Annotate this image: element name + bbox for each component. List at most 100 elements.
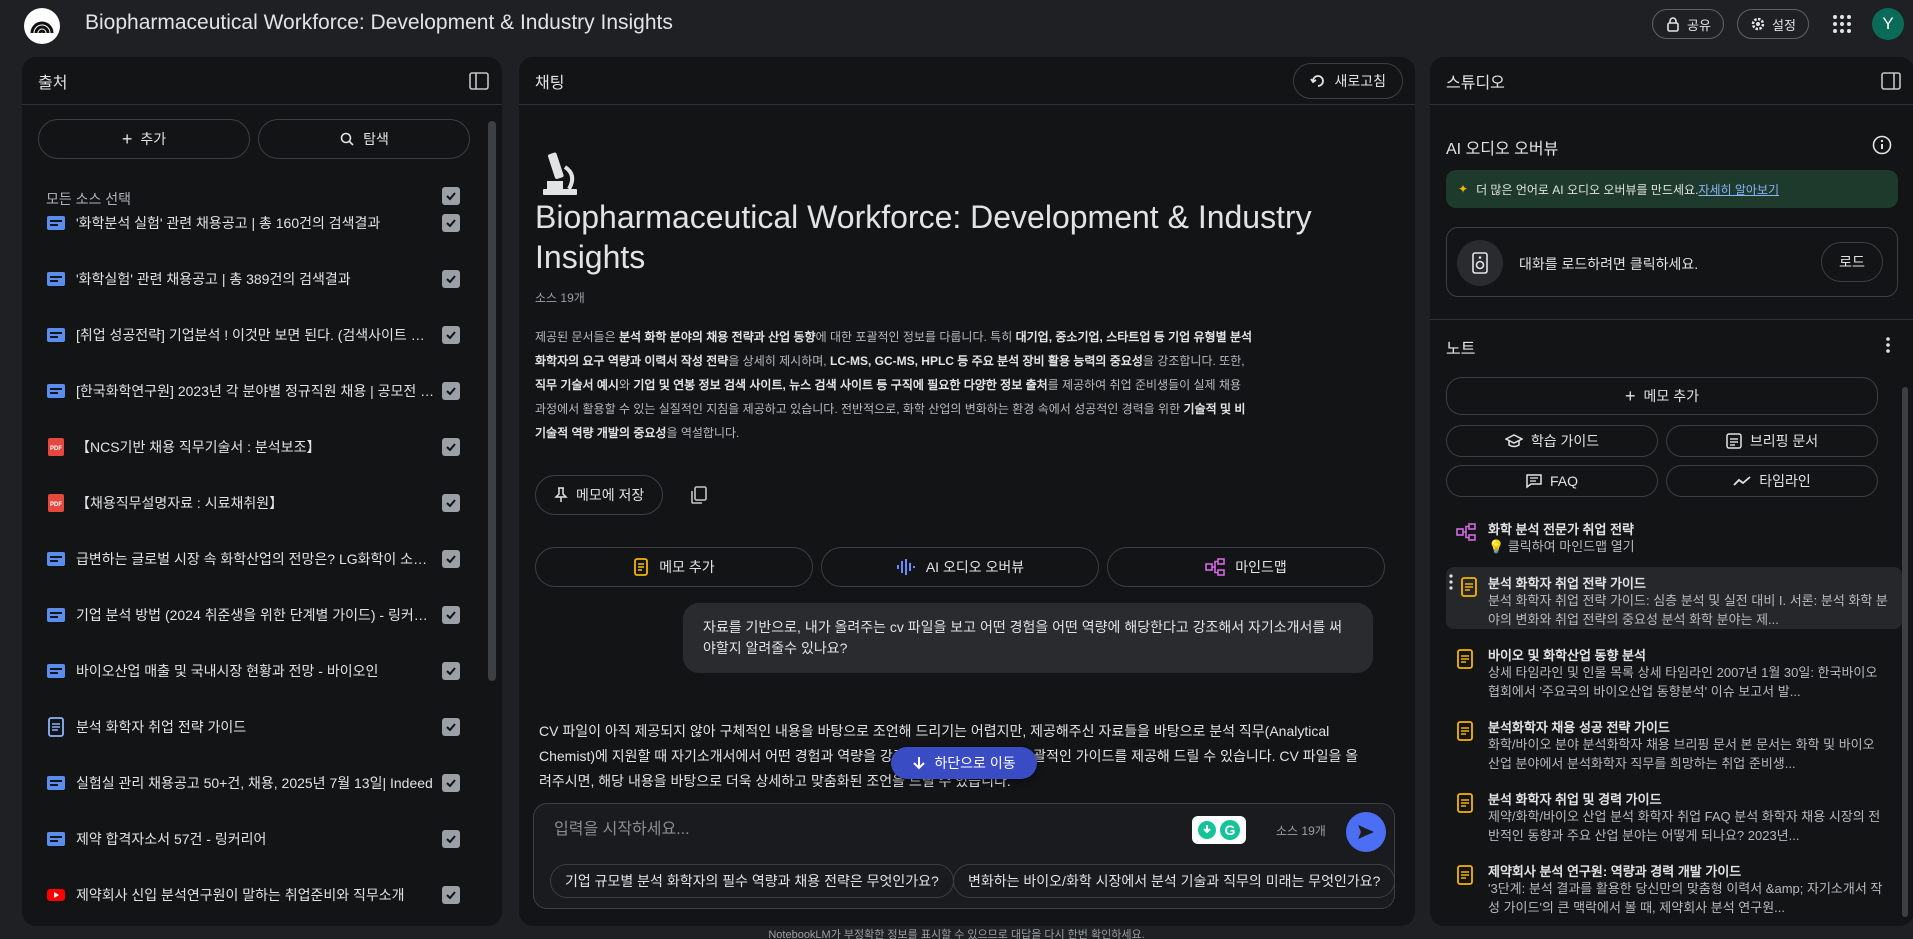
apps-grid-icon[interactable] <box>1832 14 1852 34</box>
explore-button[interactable]: 탐색 <box>258 119 470 159</box>
web-source-icon <box>46 605 66 625</box>
web-source-icon <box>46 661 66 681</box>
source-checkbox[interactable] <box>442 494 460 512</box>
source-item[interactable]: 실험실 관리 채용공고 50+건, 채용, 2025년 7월 13일| Inde… <box>46 763 486 803</box>
summary-bold: LC-MS, GC-MS, HPLC 등 주요 분석 장비 활용 능력의 중요성 <box>829 354 1143 368</box>
source-item[interactable]: 제약 합격자소서 57건 - 링커리어 <box>46 819 486 859</box>
panel-collapse-icon[interactable] <box>1880 70 1902 92</box>
audio-overview-action-button[interactable]: AI 오디오 오버뷰 <box>821 547 1099 587</box>
source-item[interactable]: 급변하는 글로벌 시장 속 화학산업의 전망은? LG화학이 소개합니다 <box>46 539 486 579</box>
settings-label: 설정 <box>1772 17 1796 33</box>
share-label: 공유 <box>1687 17 1711 33</box>
source-checkbox[interactable] <box>442 830 460 848</box>
audio-wave-icon <box>896 559 915 575</box>
chat-input[interactable] <box>554 816 1154 844</box>
briefing-doc-label: 브리핑 문서 <box>1749 433 1819 449</box>
source-checkbox[interactable] <box>442 270 460 288</box>
pin-icon <box>554 487 568 502</box>
note-item[interactable]: 분석화학자 채용 성공 전략 가이드 화학/바이오 분야 분석화학자 채용 브리핑… <box>1446 711 1902 773</box>
note-item[interactable]: 분석 화학자 취업 및 경력 가이드 제약/화학/바이오 산업 분석 화학자 취업… <box>1446 783 1902 845</box>
chat-input-box: G 소스 19개 기업 규모별 분석 화학자의 필수 역량과 채용 전략은 무엇… <box>533 803 1396 909</box>
note-item[interactable]: 제약회사 분석 연구원: 역량과 경력 개발 가이드 '3단계: 분석 결과를 활… <box>1446 855 1902 917</box>
source-item[interactable]: 제약회사 신입 분석연구원이 말하는 취업준비와 직무소개 <box>46 875 486 915</box>
study-guide-label: 학습 가이드 <box>1530 433 1600 449</box>
source-checkbox[interactable] <box>442 438 460 456</box>
copy-icon[interactable] <box>689 485 709 505</box>
source-item[interactable]: '화학실험' 관련 채용공고 | 총 389건의 검색결과 <box>46 259 486 299</box>
more-vert-icon[interactable] <box>1884 335 1892 355</box>
grammarly-icon[interactable]: G <box>1192 816 1246 844</box>
source-item[interactable]: [한국화학연구원] 2023년 각 분야별 정규직원 채용 | 공모전 대외활동 <box>46 371 486 411</box>
source-checkbox[interactable] <box>442 886 460 904</box>
suggestion-chip[interactable]: 변화하는 바이오/화학 시장에서 분석 기술과 직무의 미래는 무엇인가요? <box>953 864 1396 898</box>
save-to-note-button[interactable]: 메모에 저장 <box>535 475 664 515</box>
source-item[interactable]: PDF 【NCS기반 채용 직무기술서 : 분석보조】 <box>46 427 486 467</box>
sources-panel: 출처 + 추가 탐색 모든 소스 선택 '화학분석 실험' 관련 채용공고 | … <box>22 57 502 926</box>
web-source-icon <box>46 381 66 401</box>
disclaimer-footer: NotebookLM가 부정확한 정보를 표시할 수 있으므로 대답을 다시 한… <box>768 929 1145 939</box>
source-checkbox[interactable] <box>442 550 460 568</box>
timeline-button[interactable]: 타임라인 <box>1666 465 1878 497</box>
send-button[interactable] <box>1346 812 1386 852</box>
panel-collapse-icon[interactable] <box>468 70 490 92</box>
jump-to-bottom-button[interactable]: 하단으로 이동 <box>891 747 1037 779</box>
note-item[interactable]: 분석 화학자 취업 전략 가이드 분석 화학자 취업 전략 가이드: 심층 분석 … <box>1446 567 1902 629</box>
note-doc-icon <box>1456 793 1476 813</box>
add-note-button[interactable]: + 메모 추가 <box>1446 377 1878 415</box>
notebooklm-logo-icon[interactable] <box>24 8 60 44</box>
web-source-icon <box>46 269 66 289</box>
source-checkbox[interactable] <box>442 718 460 736</box>
avatar[interactable]: Y <box>1872 8 1904 40</box>
note-title: 바이오 및 화학산업 동향 분석 <box>1488 648 1646 663</box>
source-item[interactable]: [취업 성공전략] 기업분석 ! 이것만 보면 된다. (검색사이트 정리) <box>46 315 486 355</box>
learn-more-link[interactable]: 자세히 알아보기 <box>1698 183 1779 197</box>
source-checkbox[interactable] <box>442 326 460 344</box>
add-source-button[interactable]: + 추가 <box>38 119 250 159</box>
svg-text:PDF: PDF <box>50 502 62 508</box>
summary-text: 을 강조합니다. 또한, <box>1142 354 1245 368</box>
source-checkbox[interactable] <box>442 382 460 400</box>
source-checkbox[interactable] <box>442 606 460 624</box>
audio-overview-action-label: AI 오디오 오버뷰 <box>925 559 1025 575</box>
chat-title: 채팅 <box>535 74 565 92</box>
faq-button[interactable]: FAQ <box>1446 465 1658 497</box>
note-more-icon[interactable] <box>1448 573 1454 594</box>
doc-source-icon <box>46 717 66 737</box>
info-icon[interactable] <box>1872 135 1892 155</box>
source-item[interactable]: PDF 【채용직무설명자료 : 시료채취원】 <box>46 483 486 523</box>
source-checkbox[interactable] <box>442 662 460 680</box>
add-note-action-button[interactable]: 메모 추가 <box>535 547 813 587</box>
sources-scrollbar[interactable] <box>488 121 496 681</box>
summary-text: 제공된 문서들은 <box>535 330 619 344</box>
briefing-doc-button[interactable]: 브리핑 문서 <box>1666 425 1878 457</box>
note-item[interactable]: 화학 분석 전문가 취업 전략 💡 클릭하여 마인드맵 열기 <box>1446 513 1902 575</box>
source-item[interactable]: '화학분석 실험' 관련 채용공고 | 총 160건의 검색결과 <box>46 203 486 243</box>
source-item[interactable]: 기업 분석 방법 (2024 취준생을 위한 단계별 가이드) - 링커리어 커… <box>46 595 486 635</box>
web-source-icon <box>46 773 66 793</box>
sparkle-icon: ✦ <box>1458 182 1469 196</box>
mindmap-action-button[interactable]: 마인드맵 <box>1107 547 1385 587</box>
summary-bold: 기업 및 연봉 정보 검색 사이트, 뉴스 검색 사이트 등 구직에 필요한 다… <box>633 378 1048 392</box>
summary-text: 에 대한 포괄적인 정보를 다룹니다. 특히 <box>815 330 1016 344</box>
studio-scrollbar[interactable] <box>1902 387 1908 917</box>
study-guide-button[interactable]: 학습 가이드 <box>1446 425 1658 457</box>
note-preview: 제약/화학/바이오 산업 분석 화학자 취업 FAQ 분석 화학자 채용 시장의… <box>1488 809 1881 843</box>
note-item[interactable]: 바이오 및 화학산업 동향 분석 상세 타임라인 및 인물 목록 상세 타임라인 … <box>1446 639 1902 701</box>
notebook-title[interactable]: Biopharmaceutical Workforce: Development… <box>85 11 673 35</box>
add-source-label: 추가 <box>140 131 167 147</box>
load-button[interactable]: 로드 <box>1821 242 1883 282</box>
audio-overview-title: AI 오디오 오버뷰 <box>1446 141 1559 158</box>
top-bar: Biopharmaceutical Workforce: Development… <box>0 0 1913 48</box>
source-item[interactable]: 분석 화학자 취업 전략 가이드 <box>46 707 486 747</box>
source-item[interactable]: 바이오산업 매출 및 국내시장 현황과 전망 - 바이오인 <box>46 651 486 691</box>
note-title: 분석 화학자 취업 전략 가이드 <box>1488 576 1646 591</box>
refresh-label: 새로고침 <box>1334 73 1386 89</box>
settings-button[interactable]: 설정 <box>1737 9 1809 39</box>
share-button[interactable]: 공유 <box>1652 9 1724 39</box>
refresh-button[interactable]: 새로고침 <box>1293 63 1403 99</box>
suggestion-chip[interactable]: 기업 규모별 분석 화학자의 필수 역량과 채용 전략은 무엇인가요? <box>550 864 954 898</box>
source-checkbox[interactable] <box>442 774 460 792</box>
source-checkbox[interactable] <box>442 214 460 232</box>
microscope-icon <box>543 152 577 195</box>
audio-overview-card[interactable]: 대화를 로드하려면 클릭하세요. 로드 <box>1446 227 1898 297</box>
